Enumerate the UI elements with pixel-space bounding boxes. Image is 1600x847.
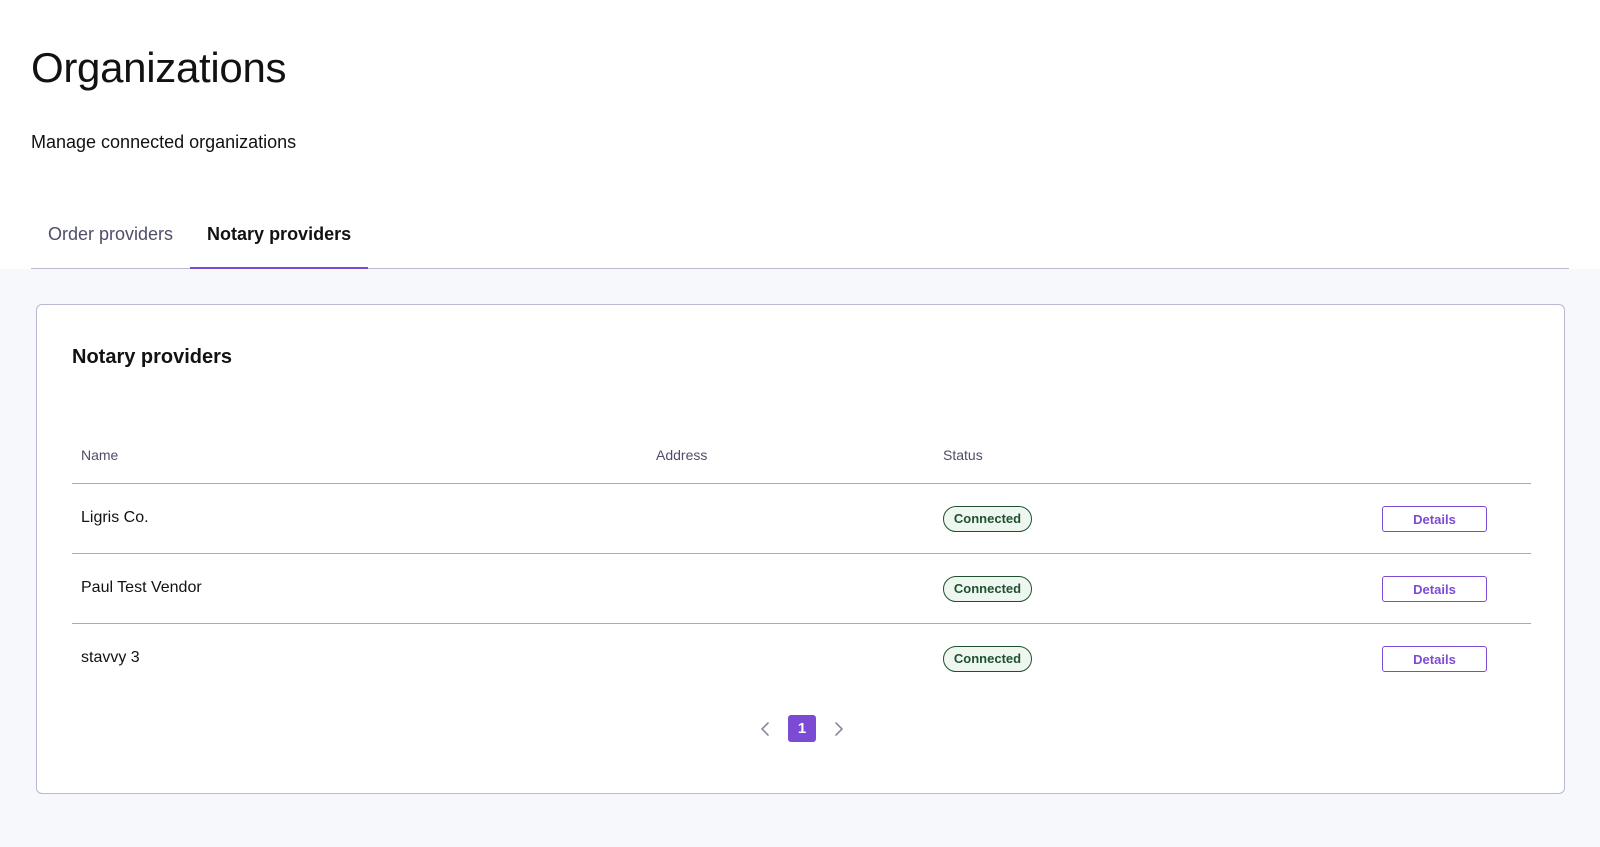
- table-row: stavvy 3 Connected Details: [72, 624, 1531, 694]
- table-row: Paul Test Vendor Connected Details: [72, 554, 1531, 624]
- details-button[interactable]: Details: [1382, 506, 1487, 532]
- tab-notary-providers[interactable]: Notary providers: [190, 212, 369, 270]
- page-header: Organizations Manage connected organizat…: [0, 0, 1600, 270]
- page-subtitle: Manage connected organizations: [31, 132, 297, 152]
- status-badge: Connected: [943, 506, 1032, 532]
- details-button[interactable]: Details: [1382, 576, 1487, 602]
- column-header-status: Status: [943, 447, 983, 463]
- provider-name: Paul Test Vendor: [81, 579, 202, 596]
- table-header: Name Address Status: [72, 430, 1531, 484]
- details-button[interactable]: Details: [1382, 646, 1487, 672]
- main-content: Notary providers Name Address Status Lig…: [0, 269, 1600, 847]
- card-title: Notary providers: [72, 346, 233, 368]
- pagination: 1: [37, 715, 1564, 743]
- tab-order-providers[interactable]: Order providers: [31, 212, 190, 269]
- provider-name: stavvy 3: [81, 649, 140, 666]
- notary-providers-card: Notary providers Name Address Status Lig…: [36, 304, 1565, 794]
- providers-table: Name Address Status Ligris Co. Connected…: [72, 430, 1531, 694]
- status-badge: Connected: [943, 576, 1032, 602]
- chevron-right-icon[interactable]: [829, 720, 847, 738]
- column-header-address: Address: [656, 447, 708, 463]
- status-badge: Connected: [943, 646, 1032, 672]
- provider-name: Ligris Co.: [81, 509, 149, 526]
- chevron-left-icon[interactable]: [757, 720, 775, 738]
- page-title: Organizations: [31, 44, 287, 91]
- tab-bar: Order providers Notary providers: [31, 212, 1569, 270]
- table-row: Ligris Co. Connected Details: [72, 484, 1531, 554]
- column-header-name: Name: [81, 447, 119, 463]
- page-number-current[interactable]: 1: [788, 715, 816, 742]
